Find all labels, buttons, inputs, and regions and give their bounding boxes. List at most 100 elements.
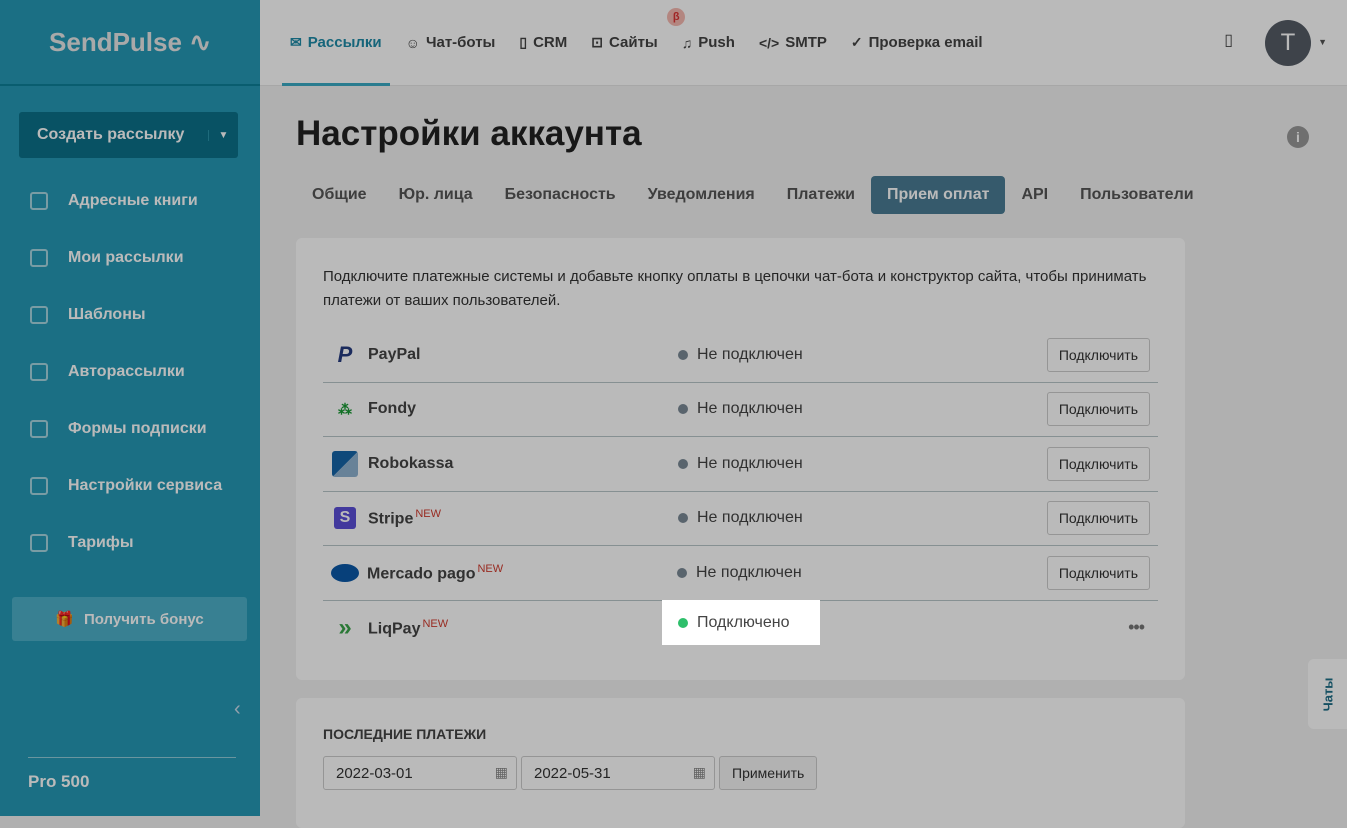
tab-legal-entities[interactable]: Юр. лица (383, 176, 489, 214)
mail-icon: ✉ (290, 34, 302, 50)
date-value: 2022-05-31 (534, 765, 611, 782)
sidebar-item-label: Адресные книги (68, 191, 198, 209)
sidebar-item-address-books[interactable]: Адресные книги (0, 172, 260, 229)
tab-payments[interactable]: Платежи (771, 176, 871, 214)
sidebar-item-templates[interactable]: Шаблоны (0, 286, 260, 343)
sidebar-item-label: Формы подписки (68, 419, 207, 437)
bonus-label: Получить бонус (83, 610, 204, 628)
create-campaign-button[interactable]: Создать рассылку ▼ (19, 112, 238, 158)
mobile-icon[interactable]: ▯ (1224, 30, 1233, 50)
sidebar-item-label: Шаблоны (68, 305, 146, 323)
tab-general[interactable]: Общие (296, 176, 383, 214)
form-icon (30, 419, 48, 438)
divider (28, 757, 236, 758)
check-circle-icon: ✓ (850, 34, 863, 50)
nav-smtp[interactable]: </> SMTP (759, 0, 827, 86)
avatar[interactable]: T (1265, 20, 1311, 66)
tab-api[interactable]: API (1005, 176, 1064, 214)
tab-accept-payments[interactable]: Прием оплат (871, 176, 1006, 214)
pulse-icon: ∿ (189, 26, 211, 57)
sendpulse-logo[interactable]: SendPulse ∿ (0, 0, 260, 86)
provider-name-text: LiqPay (368, 619, 421, 637)
status-dot-connected (678, 617, 688, 628)
liqpay-logo-icon: » (338, 613, 352, 641)
connect-button[interactable]: Подключить (1046, 501, 1150, 536)
date-to-input[interactable]: 2022-05-31 ▦ (521, 756, 715, 790)
info-icon[interactable]: i (1287, 126, 1309, 148)
status-dot (678, 513, 688, 524)
get-bonus-button[interactable]: 🎁 Получить бонус (12, 597, 247, 641)
connect-button[interactable]: Подключить (1046, 446, 1150, 481)
sidebar-item-label: Мои рассылки (68, 248, 184, 266)
status-text: Не подключен (697, 400, 803, 418)
more-options-icon[interactable]: ••• (1128, 617, 1145, 638)
status-text: Подключено (697, 613, 790, 631)
status-dot (678, 349, 688, 360)
chevron-down-icon[interactable]: ▼ (1318, 37, 1327, 47)
book-icon (30, 191, 48, 210)
settings-icon (30, 476, 48, 495)
bell-icon: ♫ (681, 34, 693, 51)
tab-security[interactable]: Безопасность (489, 176, 632, 214)
sidebar-item-label: Настройки сервиса (68, 476, 223, 494)
provider-name-text: Mercado pago (367, 564, 476, 582)
nav-label: Проверка email (868, 34, 983, 51)
sidebar-item-service-settings[interactable]: Настройки сервиса (0, 457, 260, 514)
nav-label: Push (698, 34, 735, 51)
sidebar-item-label: Авторассылки (68, 362, 185, 380)
chevron-down-icon[interactable]: ▼ (208, 129, 238, 141)
automation-icon (30, 362, 48, 381)
chats-label: Чаты (1320, 677, 1335, 711)
paypal-logo-icon: P (337, 341, 353, 367)
connect-button[interactable]: Подключить (1046, 392, 1150, 427)
crm-icon: ▯ (519, 34, 528, 50)
sidebar-item-autoresponders[interactable]: Авторассылки (0, 343, 260, 400)
provider-name-text: Stripe (368, 510, 414, 528)
provider-status: Не подключен (678, 346, 803, 364)
nav-email-verify[interactable]: ✓ Проверка email (851, 0, 983, 86)
provider-name: Robokassa (368, 454, 454, 472)
nav-chatbots[interactable]: ☺ Чат-боты (406, 0, 496, 86)
date-from-input[interactable]: 2022-03-01 ▦ (323, 756, 517, 790)
settings-tabs: Общие Юр. лица Безопасность Уведомления … (296, 176, 1210, 214)
new-badge: NEW (415, 508, 442, 521)
nav-email[interactable]: ✉ Рассылки (282, 0, 390, 86)
chats-tab[interactable]: Чаты (1308, 659, 1347, 729)
status-dot (677, 567, 687, 578)
nav-push[interactable]: ♫ Push (682, 0, 735, 86)
nav-sites[interactable]: ⊡ Сайты β (591, 0, 686, 86)
status-dot (678, 404, 688, 415)
new-badge: NEW (477, 562, 504, 575)
chat-icon: ☺ (405, 34, 420, 51)
sidebar-item-my-campaigns[interactable]: Мои рассылки (0, 229, 260, 286)
plan-name: Pro 500 (28, 772, 90, 791)
sidebar-item-pricing[interactable]: Тарифы (0, 514, 260, 571)
status-text: Не подключен (697, 509, 803, 527)
template-icon (30, 305, 48, 324)
provider-row-fondy: ⁂ Fondy Не подключен Подключить (323, 383, 1158, 437)
tab-notifications[interactable]: Уведомления (632, 176, 771, 214)
nav-label: Чат-боты (425, 34, 496, 51)
page-title: Настройки аккаунта (296, 114, 642, 153)
connect-button[interactable]: Подключить (1046, 555, 1150, 590)
nav-label: Сайты (609, 34, 658, 51)
collapse-sidebar-icon[interactable]: ‹ (234, 698, 241, 721)
apply-button[interactable]: Применить (719, 756, 818, 790)
calendar-icon[interactable]: ▦ (495, 764, 508, 781)
connect-button[interactable]: Подключить (1046, 337, 1150, 372)
nav-crm[interactable]: ▯ CRM (519, 0, 567, 86)
status-dot (678, 458, 688, 469)
site-icon: ⊡ (591, 34, 603, 50)
robokassa-logo-icon (332, 450, 358, 477)
wallet-icon (30, 533, 48, 552)
tab-users[interactable]: Пользователи (1064, 176, 1209, 214)
provider-row-paypal: P PayPal Не подключен Подключить (323, 328, 1158, 383)
status-text: Не подключен (697, 454, 803, 472)
provider-row-robokassa: Robokassa Не подключен Подключить (323, 437, 1158, 492)
provider-status: Не подключен (677, 564, 802, 582)
section-title: ПОСЛЕДНИЕ ПЛАТЕЖИ (323, 726, 487, 742)
nav-label: SMTP (785, 34, 827, 51)
calendar-icon[interactable]: ▦ (693, 764, 706, 781)
sidebar-item-forms[interactable]: Формы подписки (0, 400, 260, 457)
provider-name: PayPal (368, 345, 421, 363)
